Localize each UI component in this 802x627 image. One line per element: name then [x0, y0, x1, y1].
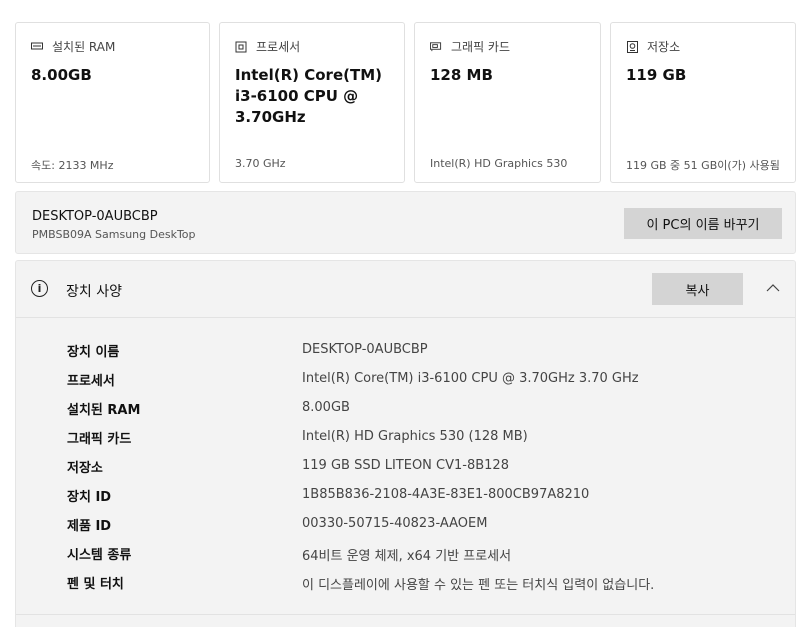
- processor-icon: [235, 41, 247, 53]
- graphics-card: 그래픽 카드 128 MB Intel(R) HD Graphics 530: [414, 22, 601, 183]
- processor-card-footer: 3.70 GHz: [235, 157, 286, 170]
- device-specifications-title: 장치 사양: [66, 284, 122, 300]
- memory-icon: [31, 41, 43, 53]
- spec-row-product-id: 제품 ID 00330-50715-40823-AAOEM: [16, 511, 795, 540]
- spec-row-system-type: 시스템 종류 64비트 운영 체제, x64 기반 프로세서: [16, 540, 795, 569]
- spec-label: 시스템 종류: [67, 548, 132, 563]
- processor-card-header: 프로세서: [235, 38, 300, 55]
- device-name-bar: DESKTOP-0AUBCBP PMBSB09A Samsung DeskTop…: [15, 191, 796, 254]
- spec-value: Intel(R) HD Graphics 530 (128 MB): [302, 429, 528, 444]
- spec-value: 119 GB SSD LITEON CV1-8B128: [302, 458, 509, 473]
- spec-value: 1B85B836-2108-4A3E-83E1-800CB97A8210: [302, 487, 590, 502]
- spec-value: 이 디스플레이에 사용할 수 있는 펜 또는 터치식 입력이 없습니다.: [302, 578, 655, 593]
- spec-value: 64비트 운영 체제, x64 기반 프로세서: [302, 549, 512, 564]
- spec-label: 그래픽 카드: [67, 432, 132, 447]
- spec-row-processor: 프로세서 Intel(R) Core(TM) i3-6100 CPU @ 3.7…: [16, 366, 795, 395]
- spec-value: DESKTOP-0AUBCBP: [302, 342, 428, 357]
- storage-card: 저장소 119 GB 119 GB 중 51 GB이(가) 사용됨: [610, 22, 796, 183]
- storage-card-header: 저장소: [626, 38, 680, 55]
- graphics-card-value: 128 MB: [430, 66, 493, 84]
- graphics-card-icon: [430, 41, 442, 53]
- device-name: DESKTOP-0AUBCBP: [32, 209, 158, 224]
- storage-icon: [626, 40, 638, 53]
- divider: [16, 614, 795, 615]
- spec-label: 제품 ID: [67, 519, 112, 534]
- spec-label: 펜 및 터치: [67, 577, 124, 592]
- graphics-card-footer: Intel(R) HD Graphics 530: [430, 157, 568, 170]
- spec-row-storage: 저장소 119 GB SSD LITEON CV1-8B128: [16, 453, 795, 482]
- graphics-card-title: 그래픽 카드: [451, 40, 511, 54]
- ram-card-title: 설치된 RAM: [52, 40, 116, 54]
- spec-label: 저장소: [67, 461, 103, 476]
- storage-card-title: 저장소: [647, 40, 681, 54]
- spec-label: 장치 ID: [67, 490, 112, 505]
- device-specifications-panel: i 장치 사양 복사 장치 이름 DESKTOP-0AUBCBP 프로세서 In…: [15, 260, 796, 627]
- ram-card-value: 8.00GB: [31, 66, 92, 84]
- rename-pc-button[interactable]: 이 PC의 이름 바꾸기: [624, 208, 782, 239]
- spec-label: 프로세서: [67, 374, 115, 389]
- spec-row-device-id: 장치 ID 1B85B836-2108-4A3E-83E1-800CB97A82…: [16, 482, 795, 511]
- spec-row-device-name: 장치 이름 DESKTOP-0AUBCBP: [16, 337, 795, 366]
- storage-card-value: 119 GB: [626, 66, 687, 84]
- spec-label: 설치된 RAM: [67, 403, 141, 418]
- spec-row-graphics: 그래픽 카드 Intel(R) HD Graphics 530 (128 MB): [16, 424, 795, 453]
- info-icon: i: [31, 280, 48, 297]
- ram-card: 설치된 RAM 8.00GB 속도: 2133 MHz: [15, 22, 210, 183]
- spec-value: 8.00GB: [302, 400, 350, 415]
- spec-value: Intel(R) Core(TM) i3-6100 CPU @ 3.70GHz …: [302, 371, 639, 386]
- ram-card-header: 설치된 RAM: [31, 38, 115, 55]
- ram-card-footer: 속도: 2133 MHz: [31, 159, 114, 172]
- device-model: PMBSB09A Samsung DeskTop: [32, 228, 196, 241]
- spec-value: 00330-50715-40823-AAOEM: [302, 516, 488, 531]
- chevron-up-icon[interactable]: [763, 278, 783, 298]
- spec-label: 장치 이름: [67, 345, 120, 360]
- storage-card-footer: 119 GB 중 51 GB이(가) 사용됨: [626, 159, 780, 172]
- processor-card-title: 프로세서: [256, 40, 301, 54]
- spec-rows: 장치 이름 DESKTOP-0AUBCBP 프로세서 Intel(R) Core…: [16, 337, 795, 598]
- device-specifications-header[interactable]: i 장치 사양 복사: [16, 261, 795, 318]
- graphics-card-header: 그래픽 카드: [430, 38, 510, 55]
- processor-card: 프로세서 Intel(R) Core(TM) i3-6100 CPU @ 3.7…: [219, 22, 405, 183]
- spec-row-ram: 설치된 RAM 8.00GB: [16, 395, 795, 424]
- spec-row-pen-touch: 펜 및 터치 이 디스플레이에 사용할 수 있는 펜 또는 터치식 입력이 없습…: [16, 569, 795, 598]
- spec-cards: 설치된 RAM 8.00GB 속도: 2133 MHz 프로세서 Intel(R…: [15, 22, 796, 184]
- copy-button[interactable]: 복사: [652, 273, 743, 305]
- processor-card-value: Intel(R) Core(TM) i3-6100 CPU @ 3.70GHz: [235, 66, 382, 126]
